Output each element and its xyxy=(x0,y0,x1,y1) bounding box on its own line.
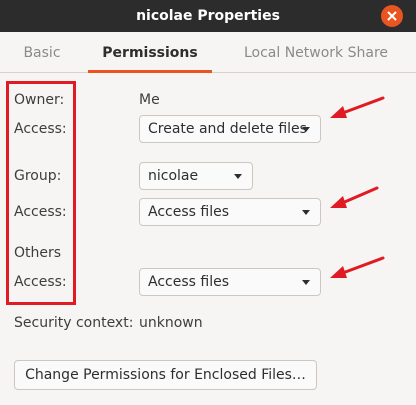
chevron-down-icon xyxy=(302,210,310,215)
others-access-dropdown[interactable]: Access files xyxy=(139,268,321,296)
red-arrow-icon xyxy=(330,186,379,208)
title-bar: nicolae Properties xyxy=(0,0,416,32)
red-arrow-icon xyxy=(330,96,385,118)
others-access-value: Access files xyxy=(148,274,229,290)
group-access-dropdown[interactable]: Access files xyxy=(139,198,321,226)
owner-access-dropdown[interactable]: Create and delete files xyxy=(139,115,321,143)
highlight-box xyxy=(6,81,76,305)
tab-basic[interactable]: Basic xyxy=(0,32,84,72)
active-tab-indicator xyxy=(88,70,212,73)
security-context-label: Security context: xyxy=(14,315,134,331)
group-value: nicolae xyxy=(148,168,199,184)
group-access-value: Access files xyxy=(148,204,229,220)
chevron-down-icon xyxy=(302,127,310,132)
chevron-down-icon xyxy=(302,280,310,285)
close-icon xyxy=(387,11,397,21)
chevron-down-icon xyxy=(234,174,242,179)
tab-bar: Basic Permissions Local Network Share xyxy=(0,32,416,73)
tab-permissions[interactable]: Permissions xyxy=(88,32,212,72)
close-button[interactable] xyxy=(381,5,403,27)
window-title: nicolae Properties xyxy=(136,8,280,24)
owner-value: Me xyxy=(139,92,160,108)
group-dropdown[interactable]: nicolae xyxy=(139,162,253,190)
red-arrow-icon xyxy=(330,256,385,278)
owner-access-value: Create and delete files xyxy=(148,121,307,137)
security-context-value: unknown xyxy=(139,315,203,331)
tab-local-network-share[interactable]: Local Network Share xyxy=(226,32,406,72)
change-enclosed-permissions-button[interactable]: Change Permissions for Enclosed Files… xyxy=(14,360,317,390)
